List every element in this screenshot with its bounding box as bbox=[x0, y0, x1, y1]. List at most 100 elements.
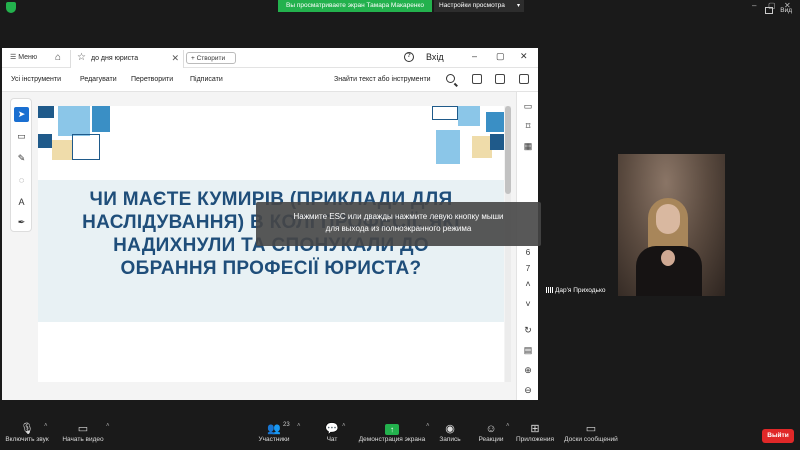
view-button[interactable]: Вид bbox=[780, 7, 792, 14]
decorative-square bbox=[486, 112, 504, 132]
mail-icon[interactable] bbox=[519, 74, 529, 84]
tool-convert[interactable]: Перетворити bbox=[131, 76, 173, 83]
login-button[interactable]: Вхід bbox=[426, 52, 444, 62]
help-icon[interactable]: ? bbox=[404, 52, 414, 62]
reactions-button[interactable]: ☺ Реакции bbox=[474, 422, 508, 443]
share-screen-button[interactable]: ↑ Демонстрация экрана bbox=[356, 422, 428, 443]
print-icon[interactable] bbox=[495, 74, 505, 84]
reactions-icon: ☺ bbox=[485, 423, 497, 435]
tool-all-tools[interactable]: Усі інструменти bbox=[11, 76, 61, 83]
decorative-square bbox=[52, 140, 72, 160]
participant-video[interactable] bbox=[618, 154, 725, 296]
page-number: 7 bbox=[525, 264, 531, 273]
decorative-square bbox=[472, 136, 492, 158]
page-fit-icon[interactable]: ▤ bbox=[521, 344, 535, 356]
chevron-up-icon[interactable]: ˄ bbox=[44, 423, 48, 429]
minimize-icon[interactable]: – bbox=[752, 0, 756, 12]
chevron-up-icon[interactable]: ˄ bbox=[297, 423, 301, 429]
decorative-square bbox=[72, 134, 100, 160]
left-toolbar: ➤ ▭ ✎ ◌ A ✒ bbox=[10, 98, 32, 232]
participant-neck bbox=[661, 250, 675, 266]
menu-label: Меню bbox=[18, 54, 38, 61]
participants-count: 23 bbox=[283, 422, 290, 428]
participant-face bbox=[656, 204, 680, 234]
start-video-button[interactable]: ▭ Начать видео bbox=[60, 422, 106, 443]
close-tab-icon[interactable]: ✕ bbox=[171, 53, 179, 64]
menu-button[interactable]: ☰ Меню bbox=[10, 53, 37, 61]
start-video-label: Начать видео bbox=[62, 436, 104, 443]
participants-label: Участники bbox=[258, 436, 290, 443]
decorative-square bbox=[432, 106, 458, 120]
maximize-icon[interactable]: ▢ bbox=[496, 51, 505, 62]
leave-button[interactable]: Выйти bbox=[762, 429, 794, 443]
share-screen-label: Демонстрация экрана bbox=[358, 436, 426, 443]
zoom-in-icon[interactable]: ⊕ bbox=[521, 364, 535, 376]
text-box-icon[interactable]: A bbox=[14, 195, 29, 210]
zoom-out-icon[interactable]: ⊖ bbox=[521, 384, 535, 396]
toast-line: Нажмите ESC или дважды нажмите левую кно… bbox=[293, 212, 504, 221]
tool-sign[interactable]: Підписати bbox=[190, 76, 223, 83]
fullscreen-exit-toast: Нажмите ESC или дважды нажмите левую кно… bbox=[256, 202, 541, 246]
unmute-label: Включить звук bbox=[5, 436, 49, 443]
document-area: ➤ ▭ ✎ ◌ A ✒ ЧИ МАЄТЕ КУМИРІВ (ПРИКЛАДИ Д… bbox=[2, 92, 538, 400]
create-button[interactable]: + Створити bbox=[186, 52, 236, 64]
document-tab-name: до дня юриста bbox=[91, 55, 139, 62]
apps-icon: ⊞ bbox=[530, 423, 540, 435]
participant-name-label: Дар'я Приходько bbox=[546, 287, 605, 294]
refresh-icon[interactable]: ↻ bbox=[521, 324, 535, 336]
chat-label: Чат bbox=[326, 436, 338, 443]
pen-icon[interactable]: ✎ bbox=[14, 151, 29, 166]
chat-icon: 💬 bbox=[325, 423, 339, 435]
reactions-label: Реакции bbox=[478, 436, 504, 443]
star-icon[interactable]: ☆ bbox=[77, 52, 86, 63]
record-label: Запись bbox=[439, 436, 461, 443]
decorative-square bbox=[38, 106, 54, 118]
comments-panel-icon[interactable]: ▭ bbox=[521, 100, 535, 112]
record-button[interactable]: ◉ Запись bbox=[436, 422, 464, 443]
search-input[interactable]: Знайти текст або інструменти bbox=[334, 76, 431, 83]
chevron-up-icon[interactable]: ˄ bbox=[426, 423, 430, 429]
comment-icon[interactable]: ▭ bbox=[14, 129, 29, 144]
fill-sign-icon[interactable]: ✒ bbox=[14, 215, 29, 230]
save-icon[interactable] bbox=[472, 74, 482, 84]
shield-icon[interactable] bbox=[6, 2, 16, 13]
decorative-square bbox=[92, 106, 110, 132]
chevron-up-icon[interactable]: ˄ bbox=[506, 423, 510, 429]
grid-view-icon[interactable] bbox=[765, 7, 773, 14]
bookmark-icon[interactable]: ⌑ bbox=[521, 120, 535, 132]
whiteboards-button[interactable]: ▭ Доски сообщений bbox=[560, 422, 622, 443]
whiteboard-icon: ▭ bbox=[585, 423, 597, 435]
lasso-icon[interactable]: ◌ bbox=[14, 173, 29, 188]
apps-button[interactable]: ⊞ Приложения bbox=[514, 422, 556, 443]
page-up-icon[interactable]: ˄ bbox=[521, 278, 535, 290]
document-tab[interactable]: ☆ до дня юриста ✕ bbox=[70, 50, 184, 68]
acrobat-toolbar: Усі інструменти Редагувати Перетворити П… bbox=[2, 68, 538, 92]
decorative-square bbox=[436, 130, 460, 164]
chat-button[interactable]: 💬 Чат bbox=[320, 422, 344, 443]
close-icon[interactable]: ✕ bbox=[520, 51, 528, 62]
create-label: Створити bbox=[196, 55, 226, 62]
acrobat-title-bar: ☰ Меню ⌂ ☆ до дня юриста ✕ + Створити ? … bbox=[2, 48, 538, 68]
decorative-square bbox=[490, 134, 504, 150]
signal-icon bbox=[546, 287, 553, 293]
right-rail: ▭ ⌑ ▦ ˄ 6 7 ˅ ↻ ▤ ⊕ ⊖ bbox=[516, 92, 538, 400]
apps-label: Приложения bbox=[515, 436, 555, 443]
pages-panel-icon[interactable]: ▦ bbox=[521, 140, 535, 152]
zoom-top-bar: Вы просматриваете экран Тамара Макаренко… bbox=[0, 0, 800, 14]
search-icon[interactable] bbox=[446, 74, 455, 83]
chevron-up-icon[interactable]: ˄ bbox=[342, 423, 346, 429]
view-options-button[interactable]: Настройки просмотра ▾ bbox=[434, 0, 524, 12]
chevron-up-icon[interactable]: ˄ bbox=[106, 423, 110, 429]
decorative-square bbox=[458, 106, 480, 126]
minimize-icon[interactable]: – bbox=[472, 51, 477, 61]
share-icon-wrap: ↑ bbox=[356, 422, 428, 436]
whiteboards-label: Доски сообщений bbox=[564, 436, 618, 443]
page-down-icon[interactable]: ˅ bbox=[521, 298, 535, 310]
select-icon[interactable]: ➤ bbox=[14, 107, 29, 122]
tool-edit[interactable]: Редагувати bbox=[80, 76, 117, 83]
scroll-thumb[interactable] bbox=[505, 106, 511, 194]
participant-name: Дар'я Приходько bbox=[555, 287, 606, 294]
camera-off-icon: ▭ bbox=[77, 423, 89, 435]
share-banner: Вы просматриваете экран Тамара Макаренко bbox=[278, 0, 432, 12]
home-icon[interactable]: ⌂ bbox=[52, 52, 64, 64]
